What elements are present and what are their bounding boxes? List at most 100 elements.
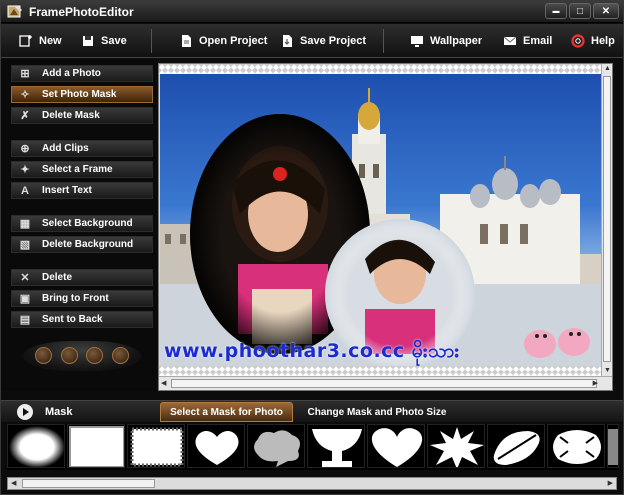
sidebar-item-label: Add Clips — [42, 143, 89, 154]
frame-wand-icon: ✦ — [20, 163, 30, 176]
sidebar-item-set-photo-mask[interactable]: ✧ Set Photo Mask — [11, 86, 153, 103]
sidebar-item-label: Select a Frame — [42, 164, 113, 175]
play-icon[interactable] — [17, 404, 33, 420]
fit-screen-icon[interactable] — [61, 347, 78, 364]
send-back-icon: ▤ — [19, 313, 31, 326]
sidebar-item-label: Insert Text — [42, 185, 92, 196]
minimize-button[interactable]: ▬ — [545, 3, 567, 19]
tab-label: Change Mask and Photo Size — [307, 406, 447, 418]
mask-thumb-heart-round[interactable] — [187, 424, 245, 468]
mask-thumb-frame[interactable] — [67, 424, 125, 468]
sidebar-item-label: Add a Photo — [42, 68, 101, 79]
scroll-thumb[interactable] — [603, 76, 611, 362]
sidebar-item-label: Delete Mask — [42, 110, 100, 121]
close-button[interactable]: ✕ — [593, 3, 619, 19]
mask-thumb-heart[interactable] — [367, 424, 425, 468]
mask-panel-title: Mask — [45, 406, 73, 418]
sidebar-item-label: Delete — [42, 272, 73, 283]
mask-thumb-goblet[interactable] — [307, 424, 365, 468]
mask-thumbnail-strip — [7, 424, 619, 470]
canvas-vertical-scrollbar[interactable]: ▲ ▼ — [601, 64, 612, 376]
toolbar-divider — [383, 29, 384, 53]
mask-thumb-burst[interactable] — [427, 424, 485, 468]
help-button[interactable]: Help — [571, 33, 615, 49]
scroll-right-icon[interactable]: ▶ — [593, 379, 598, 387]
sidebar-item-label: Select Background — [42, 218, 133, 229]
sidebar-item-label: Set Photo Mask — [42, 89, 117, 100]
new-button[interactable]: New — [19, 33, 62, 49]
sidebar-item-delete-background[interactable]: ▧ Delete Background — [11, 236, 153, 253]
help-lifebuoy-icon — [571, 34, 585, 48]
scroll-left-icon[interactable]: ◀ — [11, 479, 16, 487]
email-label: Email — [523, 35, 553, 47]
mask-panel-header: Mask Select a Mask for Photo Change Mask… — [1, 400, 623, 422]
scroll-up-icon[interactable]: ▲ — [604, 65, 611, 72]
app-window: FramePhotoEditor ▬ □ ✕ New Save Open Pro… — [0, 0, 624, 495]
new-label: New — [39, 35, 62, 47]
sidebar-item-select-frame[interactable]: ✦ Select a Frame — [11, 161, 153, 178]
maximize-icon: □ — [576, 5, 584, 17]
mask-thumb-partial[interactable] — [607, 424, 619, 468]
canvas-transparent-edge — [159, 366, 602, 376]
save-project-label: Save Project — [300, 35, 367, 47]
app-logo-icon — [7, 5, 22, 18]
open-project-button[interactable]: Open Project — [179, 33, 267, 49]
mask-strip-scrollbar[interactable]: ◀ ▶ — [7, 477, 617, 490]
sidebar-item-sent-to-back[interactable]: ▤ Sent to Back — [11, 311, 153, 328]
bring-front-icon: ▣ — [19, 292, 31, 305]
zoom-in-icon[interactable] — [35, 347, 52, 364]
sidebar-item-delete-mask[interactable]: ✗ Delete Mask — [11, 107, 153, 124]
editing-canvas[interactable]: www.phoothar3.co.cc မိုးသား ▲ ▼ ◀ ▶ — [158, 63, 613, 391]
background-icon: ▦ — [19, 217, 31, 230]
sidebar-item-delete[interactable]: ✕ Delete — [11, 269, 153, 286]
sidebar-item-insert-text[interactable]: A Insert Text — [11, 182, 153, 199]
canvas-horizontal-scrollbar[interactable]: ◀ ▶ — [159, 376, 612, 390]
photo-watermark-text: www.phoothar3.co.cc မိုးသား — [164, 340, 460, 362]
window-title: FramePhotoEditor — [29, 5, 134, 19]
tool-sidebar: ⊞ Add a Photo ✧ Set Photo Mask ✗ Delete … — [1, 59, 157, 391]
zoom-controls — [23, 341, 141, 371]
email-button[interactable]: Email — [503, 33, 552, 49]
actual-size-icon[interactable] — [86, 347, 103, 364]
scroll-thumb[interactable] — [22, 479, 155, 488]
save-project-button[interactable]: Save Project — [280, 33, 366, 49]
save-project-icon — [283, 35, 292, 47]
sidebar-item-label: Sent to Back — [42, 314, 103, 325]
scroll-down-icon[interactable]: ▼ — [604, 367, 611, 374]
mask-thumb-cloud[interactable] — [247, 424, 305, 468]
scroll-left-icon[interactable]: ◀ — [161, 379, 166, 387]
mask-thumb-ellipse[interactable] — [7, 424, 65, 468]
save-label: Save — [101, 35, 127, 47]
monitor-icon — [411, 36, 423, 47]
minimize-icon: ▬ — [552, 7, 560, 15]
wallpaper-button[interactable]: Wallpaper — [410, 33, 482, 49]
sidebar-item-add-clips[interactable]: ⊕ Add Clips — [11, 140, 153, 157]
delete-background-icon: ▧ — [19, 238, 31, 251]
add-clips-icon: ⊕ — [20, 142, 30, 155]
maximize-button[interactable]: □ — [569, 3, 591, 19]
text-icon: A — [21, 184, 29, 197]
main-toolbar: New Save Open Project Save Project Wallp… — [1, 24, 623, 58]
scroll-right-icon[interactable]: ▶ — [608, 479, 613, 487]
scroll-thumb[interactable] — [171, 379, 597, 388]
tab-change-mask-size[interactable]: Change Mask and Photo Size — [307, 402, 447, 422]
open-project-label: Open Project — [199, 35, 268, 47]
sidebar-item-add-photo[interactable]: ⊞ Add a Photo — [11, 65, 153, 82]
save-button[interactable]: Save — [81, 33, 127, 49]
sidebar-item-select-background[interactable]: ▦ Select Background — [11, 215, 153, 232]
save-disk-icon — [83, 36, 93, 46]
help-label: Help — [591, 35, 615, 47]
mask-thumb-splash[interactable] — [547, 424, 605, 468]
sidebar-item-bring-to-front[interactable]: ▣ Bring to Front — [11, 290, 153, 307]
zoom-out-icon[interactable] — [112, 347, 129, 364]
open-project-icon — [182, 35, 191, 47]
title-bar: FramePhotoEditor ▬ □ ✕ — [1, 1, 623, 23]
tab-select-mask[interactable]: Select a Mask for Photo — [160, 402, 293, 422]
x-icon: ✕ — [20, 271, 30, 284]
mask-thumb-stamp[interactable] — [127, 424, 185, 468]
canvas-transparent-edge — [159, 64, 602, 74]
mask-thumb-brush[interactable] — [487, 424, 545, 468]
add-photo-icon: ⊞ — [20, 67, 30, 80]
sidebar-item-label: Delete Background — [42, 239, 134, 250]
photo-composition[interactable]: www.phoothar3.co.cc မိုးသား — [160, 74, 601, 366]
